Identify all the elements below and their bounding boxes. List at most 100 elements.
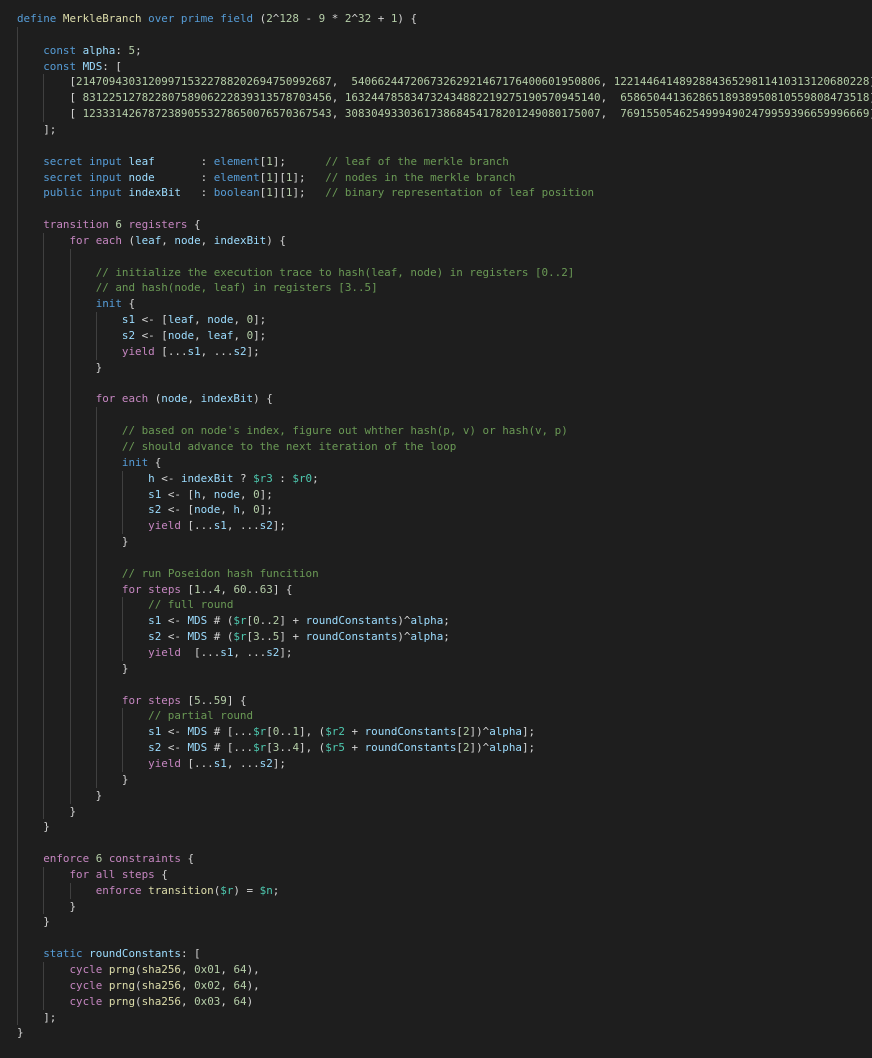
code-line[interactable]: s1 <- [leaf, node, 0]; — [17, 312, 266, 328]
comment-token: // binary representation of leaf positio… — [325, 186, 595, 200]
code-line[interactable]: // initialize the execution trace to has… — [17, 265, 575, 281]
code-line[interactable]: yield [...s1, ...s2]; — [17, 645, 292, 661]
identifier-token: MDS — [187, 614, 208, 628]
comment-token: // initialize the execution trace to has… — [95, 265, 575, 279]
code-line[interactable]: s2 <- MDS # ($r[3..5] + roundConstants)^… — [17, 629, 450, 645]
code-line[interactable]: // partial round — [17, 708, 253, 724]
code-line[interactable]: s1 <- MDS # [...$r[0..1], ($r2 + roundCo… — [17, 724, 535, 740]
identifier-token: alpha — [82, 43, 116, 57]
comment-token: // run Poseidon hash funcition — [121, 566, 319, 580]
code-line[interactable]: yield [...s1, ...s2]; — [17, 756, 286, 772]
punctuation-token: [ — [17, 107, 83, 121]
identifier-token: s1 — [220, 646, 234, 659]
identifier-token: leaf — [207, 329, 234, 342]
code-editor[interactable]: define MerkleBranch over prime field (2^… — [0, 0, 872, 1058]
punctuation-token — [17, 598, 148, 611]
number-token: 308304933036173868454178201249080175007 — [344, 107, 601, 121]
code-line[interactable]: s1 <- [h, node, 0]; — [17, 487, 273, 503]
code-line[interactable]: for each (leaf, node, indexBit) { — [17, 233, 285, 249]
code-line[interactable]: cycle prng(sha256, 0x03, 64) — [17, 994, 253, 1010]
code-line[interactable]: } — [17, 360, 103, 376]
code-line[interactable]: } — [17, 788, 103, 804]
code-line[interactable]: h <- indexBit ? $r3 : $r0; — [17, 471, 319, 487]
punctuation-token — [17, 155, 43, 168]
number-token: 214709430312099715322788202694750992687 — [76, 75, 332, 89]
code-line[interactable]: cycle prng(sha256, 0x02, 64), — [17, 978, 259, 994]
punctuation-token: .. — [246, 582, 260, 596]
register-token: $r0 — [292, 471, 313, 485]
code-line[interactable]: s2 <- MDS # [...$r[3..4], ($r5 + roundCo… — [17, 740, 535, 756]
code-line[interactable]: yield [...s1, ...s2]; — [17, 518, 286, 534]
code-line[interactable]: for all steps { — [17, 867, 167, 883]
punctuation-token: , — [220, 994, 234, 1008]
punctuation-token: <- [ — [135, 329, 168, 342]
code-line[interactable]: secret input leaf : element[1]; // leaf … — [17, 154, 509, 170]
punctuation-token: ? — [233, 471, 254, 485]
identifier-token: MDS — [187, 630, 208, 644]
punctuation-token: , — [331, 107, 345, 121]
punctuation-token: + — [371, 12, 391, 25]
code-line[interactable]: init { — [17, 296, 135, 312]
code-line[interactable]: const MDS: [ — [17, 59, 122, 75]
code-line[interactable]: } — [17, 534, 129, 550]
code-line[interactable]: s2 <- [node, h, 0]; — [17, 502, 273, 518]
code-line[interactable]: // run Poseidon hash funcition — [17, 566, 319, 582]
code-line[interactable]: s1 <- MDS # ($r[0..2] + roundConstants)^… — [17, 613, 450, 629]
code-line[interactable]: } — [17, 661, 129, 677]
code-line[interactable]: transition 6 registers { — [17, 217, 200, 233]
punctuation-token: [... — [180, 756, 214, 770]
code-line[interactable]: ]; — [17, 122, 56, 138]
code-line[interactable]: } — [17, 804, 76, 820]
code-line[interactable]: [ 12333142678723890553278650076570367543… — [17, 106, 872, 122]
punctuation-token: ] { — [226, 693, 247, 707]
code-line[interactable]: const alpha: 5; — [17, 43, 142, 59]
code-line[interactable]: [ 83122512782280758906222839313578703456… — [17, 90, 872, 106]
punctuation-token: ]; — [272, 756, 286, 770]
code-line[interactable]: for steps [1..4, 60..63] { — [17, 582, 293, 598]
code-line[interactable]: yield [...s1, ...s2]; — [17, 344, 260, 360]
code-line[interactable]: for each (node, indexBit) { — [17, 391, 273, 407]
code-line[interactable]: secret input node : element[1][1]; // no… — [17, 170, 515, 186]
code-line[interactable]: // should advance to the next iteration … — [17, 439, 456, 455]
code-line[interactable]: public input indexBit : boolean[1][1]; /… — [17, 185, 594, 201]
punctuation-token: ])^ — [469, 725, 490, 739]
code-line[interactable]: } — [17, 914, 50, 930]
code-line[interactable]: init { — [17, 455, 161, 471]
control-keyword-token: for each — [69, 233, 122, 247]
punctuation-token: ; — [135, 43, 142, 57]
code-line[interactable]: cycle prng(sha256, 0x01, 64), — [17, 962, 259, 978]
number-token: 64 — [233, 994, 247, 1008]
code-line[interactable]: ]; — [17, 1010, 56, 1026]
punctuation-token: } — [17, 788, 103, 802]
punctuation-token: , — [233, 313, 247, 327]
code-line[interactable]: s2 <- [node, leaf, 0]; — [17, 328, 266, 344]
punctuation-token: .. — [200, 582, 214, 596]
code-line[interactable]: // and hash(node, leaf) in registers [3.… — [17, 280, 378, 296]
punctuation-token: # ( — [207, 630, 234, 644]
code-line[interactable]: } — [17, 819, 50, 835]
identifier-token: node — [194, 503, 221, 517]
code-line[interactable]: enforce 6 constraints { — [17, 851, 194, 867]
code-line[interactable]: [214709430312099715322788202694750992687… — [17, 74, 872, 90]
punctuation-token — [17, 567, 122, 580]
code-line[interactable]: enforce transition($r) = $n; — [17, 883, 280, 899]
code-line[interactable]: } — [17, 1025, 24, 1041]
code-line[interactable]: for steps [5..59] { — [17, 693, 247, 709]
identifier-token: roundConstants — [305, 614, 398, 628]
punctuation-token: ] + — [279, 630, 306, 644]
code-line[interactable]: static roundConstants: [ — [17, 946, 200, 962]
identifier-token: MDS — [187, 725, 208, 739]
code-line[interactable]: } — [17, 772, 129, 788]
code-line[interactable]: } — [17, 899, 76, 915]
punctuation-token: .. — [279, 741, 293, 755]
punctuation-token: )^ — [397, 630, 411, 644]
punctuation-token: # [... — [207, 725, 254, 739]
code-line[interactable]: define MerkleBranch over prime field (2^… — [17, 11, 417, 27]
number-token: 12333142678723890553278650076570367543 — [82, 107, 332, 121]
punctuation-token: , — [600, 91, 621, 105]
punctuation-token: : — [272, 471, 293, 485]
register-token: $r3 — [253, 471, 273, 485]
code-line[interactable]: // full round — [17, 597, 233, 613]
code-line[interactable]: // based on node's index, figure out wht… — [17, 423, 568, 439]
control-keyword-token: for steps — [121, 582, 181, 596]
